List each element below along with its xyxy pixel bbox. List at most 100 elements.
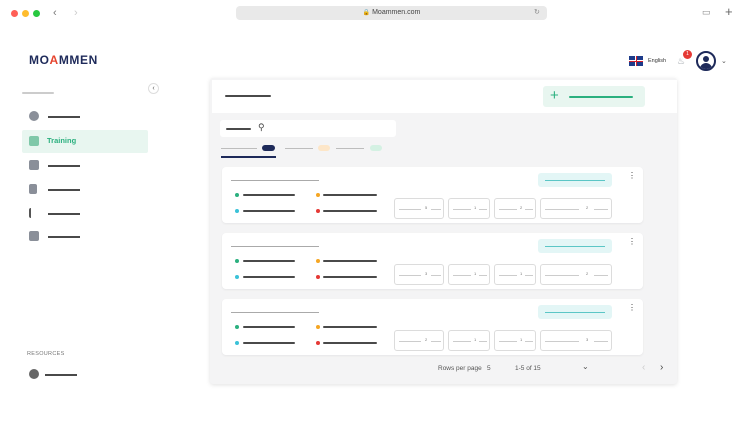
stat-pill: 3	[394, 264, 444, 285]
sidebar-item-messages[interactable]	[22, 154, 148, 177]
lock-icon: 🔒	[362, 10, 371, 16]
row-meta-placeholder	[243, 276, 295, 278]
gauge-icon	[29, 111, 39, 121]
collapse-sidebar-icon[interactable]: ‹	[148, 83, 159, 94]
stat-pill: 2	[540, 264, 612, 285]
flag-icon	[29, 208, 33, 218]
status-badge	[538, 173, 612, 187]
status-dot	[235, 259, 239, 263]
row-meta-placeholder	[243, 326, 295, 328]
status-dot	[316, 193, 320, 197]
sidebar-item-reports[interactable]	[22, 225, 148, 248]
more-options-icon[interactable]: ⋮	[628, 172, 636, 184]
stat-value: 1	[474, 271, 477, 276]
notification-badge: 1	[683, 50, 692, 59]
status-dot	[235, 341, 239, 345]
search-icon: ⚲	[258, 122, 265, 132]
row-meta-placeholder	[243, 210, 295, 212]
status-dot	[316, 259, 320, 263]
stat-value: 2	[520, 205, 523, 210]
tab-count-badge	[262, 145, 275, 151]
sidebar-item-label-placeholder	[48, 213, 80, 215]
status-badge	[538, 239, 612, 253]
report-icon	[29, 231, 39, 241]
new-tab-icon[interactable]: +	[725, 4, 733, 19]
tab-all[interactable]	[221, 143, 276, 157]
share-icon[interactable]: ▭	[702, 7, 711, 18]
status-dot	[235, 209, 239, 213]
stat-pill: 1	[448, 330, 490, 351]
back-icon[interactable]: ‹	[53, 7, 57, 19]
status-dot	[235, 325, 239, 329]
reload-icon[interactable]: ↻	[534, 8, 540, 16]
stat-pill: 5	[394, 198, 444, 219]
status-dot	[235, 193, 239, 197]
sidebar-item-documents[interactable]	[22, 178, 148, 201]
minimize-window-icon[interactable]	[22, 10, 29, 17]
stat-value: 3	[586, 337, 589, 342]
stat-value: 2	[586, 205, 589, 210]
sidebar-item-label-placeholder	[48, 236, 80, 238]
pagination-range: 1-5 of 15	[515, 365, 541, 372]
sidebar-item-label-placeholder	[48, 189, 80, 191]
sidebar-item-resource[interactable]	[22, 363, 148, 386]
row-title-placeholder	[231, 246, 319, 247]
row-meta-placeholder	[323, 260, 377, 262]
status-dot	[316, 341, 320, 345]
chevron-down-icon[interactable]: ⌄	[721, 57, 727, 65]
resources-heading: RESOURCES	[27, 351, 65, 357]
panel-title-placeholder	[225, 95, 271, 97]
previous-page-icon[interactable]: ‹	[642, 362, 645, 373]
sidebar-item-goals[interactable]	[22, 202, 148, 225]
list-item[interactable]: ⋮ 3 1 1 2	[222, 233, 643, 289]
stat-pill: 2	[394, 330, 444, 351]
list-item[interactable]: ⋮ 5 1 2 2	[222, 167, 643, 223]
rows-per-page-select[interactable]: 5	[487, 365, 491, 372]
maximize-window-icon[interactable]	[33, 10, 40, 17]
row-meta-placeholder	[323, 276, 377, 278]
stat-pill: 1	[494, 264, 536, 285]
brand-logo[interactable]: MOAMMEN	[29, 53, 98, 67]
stat-value: 1	[474, 205, 477, 210]
row-title-placeholder	[231, 312, 319, 313]
tab-count-badge	[318, 145, 330, 151]
stat-value: 2	[586, 271, 589, 276]
more-options-icon[interactable]: ⋮	[628, 304, 636, 316]
close-window-icon[interactable]	[11, 10, 18, 17]
training-cart-icon	[29, 136, 39, 146]
tab-label-placeholder	[285, 148, 313, 149]
row-meta-placeholder	[323, 326, 377, 328]
tab-pending[interactable]	[285, 143, 331, 157]
address-bar[interactable]: 🔒 Moammen.com	[236, 6, 547, 20]
panel-header: +	[212, 80, 677, 113]
tab-completed[interactable]	[336, 143, 386, 157]
plus-icon: +	[550, 87, 559, 104]
tab-count-badge	[370, 145, 382, 151]
sidebar-item-dashboard[interactable]	[22, 105, 148, 128]
sidebar-item-label: Training	[47, 136, 77, 145]
row-meta-placeholder	[323, 210, 377, 212]
language-label[interactable]: English	[648, 58, 666, 64]
stat-value: 2	[425, 337, 428, 342]
sidebar-item-label-placeholder	[48, 165, 80, 167]
avatar[interactable]	[696, 51, 716, 71]
sidebar-item-training[interactable]: Training	[22, 130, 148, 153]
status-badge	[538, 305, 612, 319]
logo-part-accent: A	[49, 53, 59, 67]
stat-pill: 2	[494, 198, 536, 219]
uk-flag-icon[interactable]	[629, 56, 643, 66]
search-label-placeholder	[226, 128, 251, 130]
chevron-down-icon[interactable]: ⌄	[582, 362, 589, 371]
next-page-icon[interactable]: ›	[660, 362, 663, 373]
forward-icon[interactable]: ›	[74, 7, 78, 19]
status-dot	[235, 275, 239, 279]
status-dot	[316, 275, 320, 279]
tab-label-placeholder	[336, 148, 364, 149]
search-input[interactable]: ⚲	[220, 120, 396, 137]
more-options-icon[interactable]: ⋮	[628, 238, 636, 250]
list-item[interactable]: ⋮ 2 1 1 3	[222, 299, 643, 355]
row-meta-placeholder	[323, 194, 377, 196]
row-meta-placeholder	[243, 194, 295, 196]
row-meta-placeholder	[323, 342, 377, 344]
add-button[interactable]: +	[543, 86, 645, 107]
